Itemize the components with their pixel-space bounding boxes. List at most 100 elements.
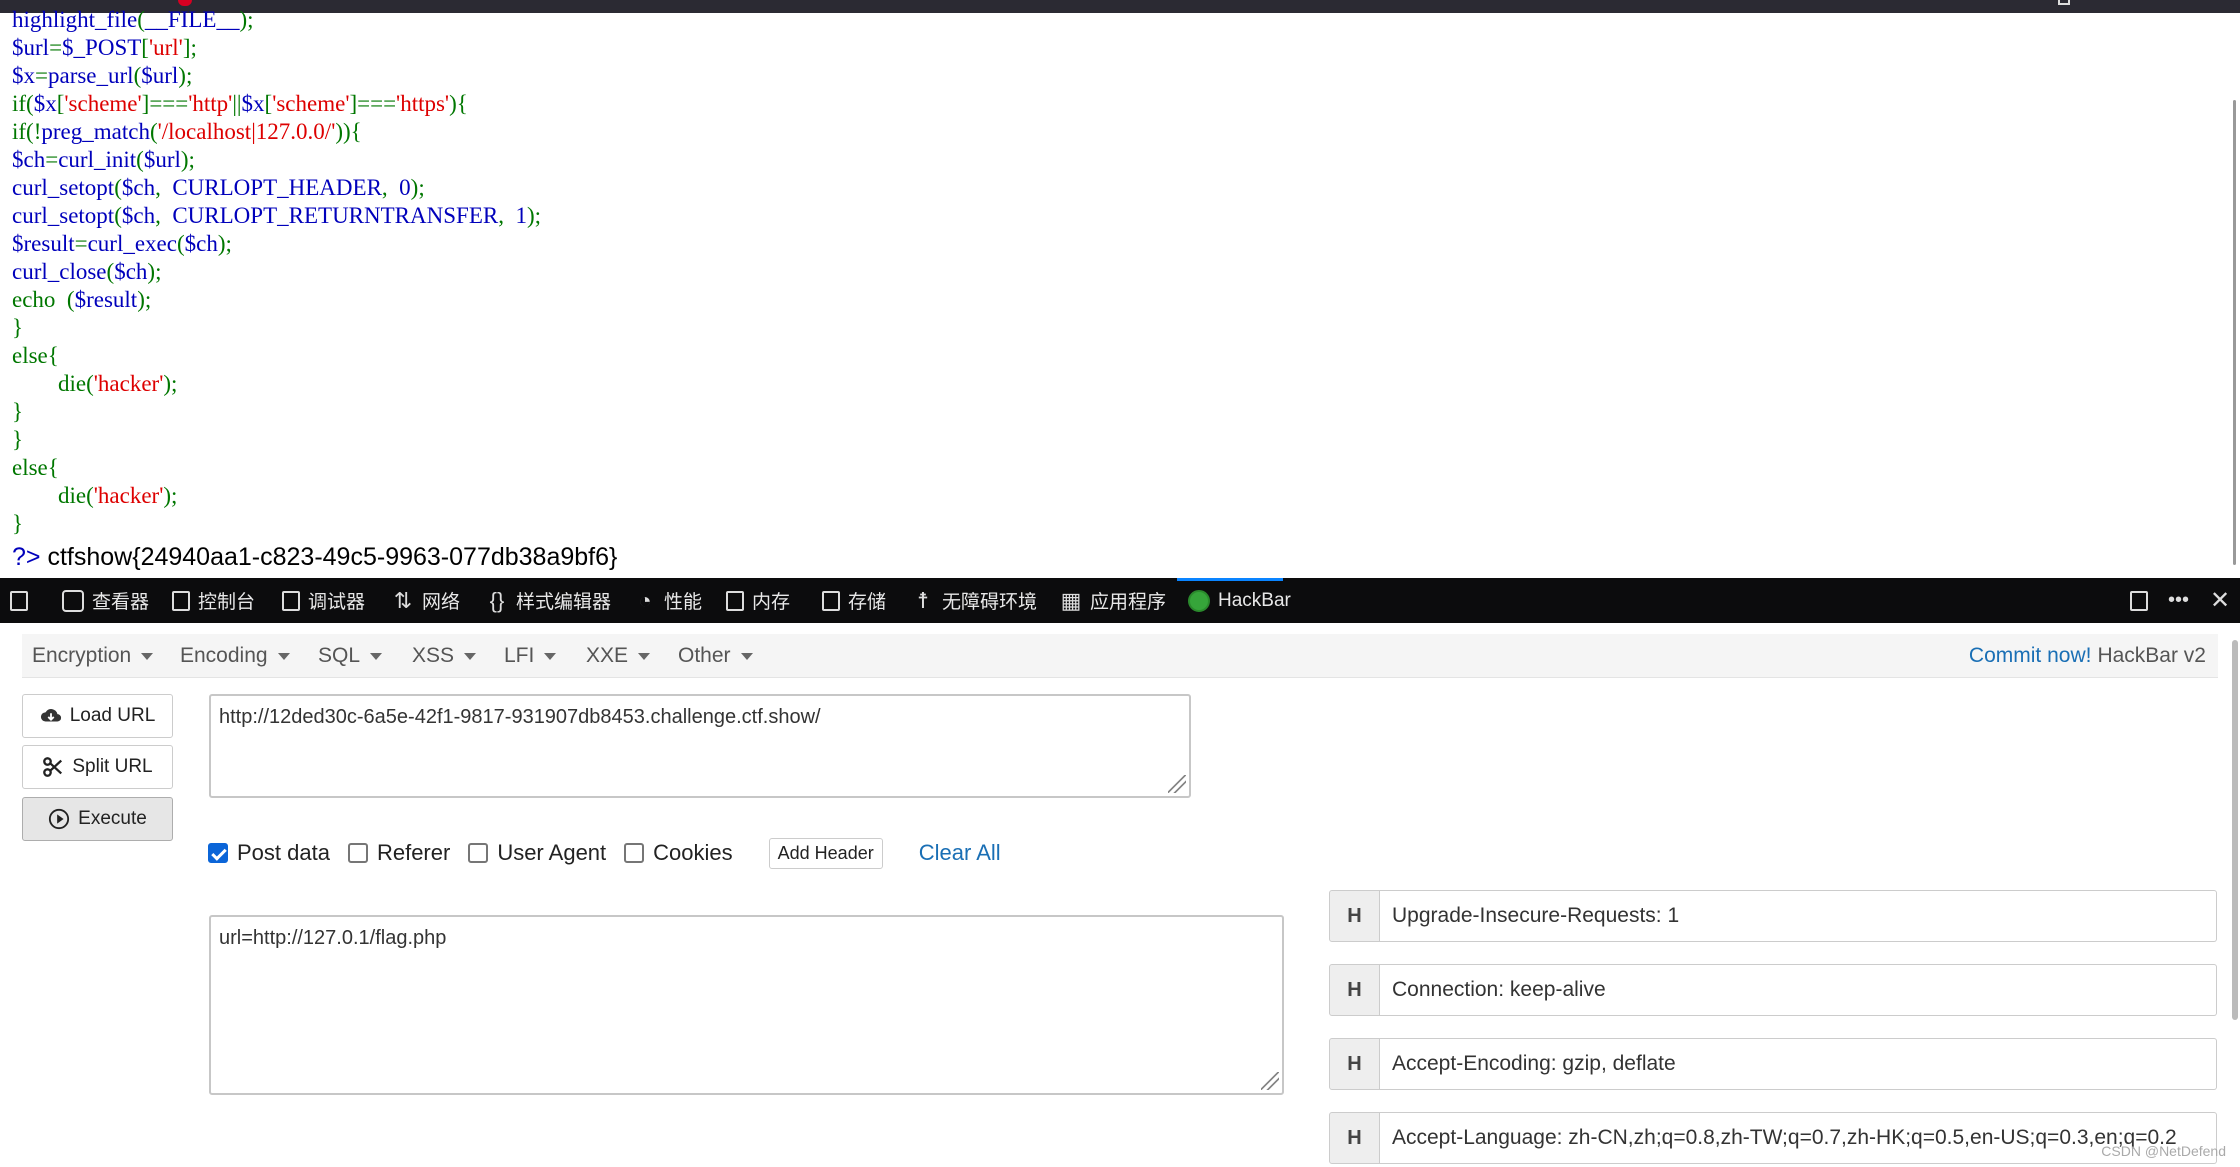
page-scrollbar[interactable]: [2230, 100, 2240, 570]
devtools-toolbar: 查看器 控制台 调试器 ⇅ 网络 {} 样式编辑器 ◔ 性能 内存 存储 ☨ 无障碍环境…: [0, 578, 2240, 623]
request-options: Post data Referer User Agent Cookies Add…: [208, 834, 1001, 872]
hackbar-logo-icon: [1188, 589, 1210, 612]
caret-down-icon: [277, 652, 290, 660]
code-line: }: [12, 315, 24, 340]
caret-down-icon: [638, 652, 651, 660]
tab-application[interactable]: ▦ 应用程序: [1060, 578, 1166, 623]
referer-checkbox[interactable]: Referer: [347, 840, 450, 866]
header-toggle-button[interactable]: H: [1329, 890, 1380, 942]
tab-performance[interactable]: ◔ 性能: [634, 578, 702, 623]
commit-area: Commit now! HackBar v2: [1969, 634, 2206, 678]
code-line: }: [12, 427, 24, 452]
clear-all-link[interactable]: Clear All: [919, 840, 1001, 866]
accessibility-icon: ☨: [917, 587, 929, 613]
hackbar-menu: Encryption Encoding SQL XSS LFI XXE Othe…: [22, 634, 2218, 678]
add-header-button[interactable]: Add Header: [768, 837, 883, 869]
menu-lfi[interactable]: LFI: [504, 634, 557, 678]
caret-down-icon: [740, 652, 753, 660]
menu-encryption[interactable]: Encryption: [32, 634, 154, 678]
checkbox-box[interactable]: [208, 843, 228, 863]
code-line: curl_setopt($ch, CURLOPT_HEADER, 0);: [12, 175, 425, 200]
code-line: die('hacker');: [12, 371, 178, 396]
storage-icon: [822, 590, 840, 611]
header-value-input[interactable]: Upgrade-Insecure-Requests: 1: [1380, 890, 2217, 942]
more-options-button[interactable]: •••: [2168, 578, 2189, 623]
caret-down-icon: [141, 652, 154, 660]
tab-storage[interactable]: 存储: [822, 578, 886, 623]
tab-inspector[interactable]: 查看器: [62, 578, 149, 623]
code-line: if(!preg_match('/localhost|127.0.0/')){: [12, 119, 362, 144]
panel-scrollbar[interactable]: [2232, 640, 2238, 1020]
code-line: $ch=curl_init($url);: [12, 147, 195, 172]
resize-grip-icon[interactable]: [1261, 1072, 1279, 1090]
tab-console[interactable]: 控制台: [172, 578, 255, 623]
dock-toggle-button[interactable]: [2130, 578, 2148, 623]
play-circle-icon: [49, 808, 70, 830]
menu-xss[interactable]: XSS: [412, 634, 477, 678]
cloud-download-icon: [40, 709, 61, 722]
code-line: if($x['scheme']==='http'||$x['scheme']==…: [12, 91, 468, 116]
pick-element-icon: [10, 590, 28, 611]
code-line: $x=parse_url($url);: [12, 63, 193, 88]
header-row: H Accept-Encoding: gzip, deflate: [1329, 1038, 2217, 1090]
flag-text: ctfshow{24940aa1-c823-49c5-9963-077db38a…: [40, 543, 618, 571]
header-toggle-button[interactable]: H: [1329, 964, 1380, 1016]
header-toggle-button[interactable]: H: [1329, 1112, 1380, 1164]
scissors-icon: [43, 757, 63, 777]
inspector-icon: [62, 589, 84, 612]
php-close-tag: ?>: [12, 543, 41, 571]
header-value-input[interactable]: Connection: keep-alive: [1380, 964, 2217, 1016]
tab-network[interactable]: ⇅ 网络: [392, 578, 460, 623]
tab-debugger[interactable]: 调试器: [282, 578, 365, 623]
checkbox-box[interactable]: [468, 843, 489, 863]
commit-link[interactable]: Commit now!: [1969, 644, 2092, 668]
header-row: H Connection: keep-alive: [1329, 964, 2217, 1016]
element-picker-button[interactable]: [10, 578, 28, 623]
url-textarea[interactable]: http://12ded30c-6a5e-42f1-9817-931907db8…: [209, 694, 1191, 798]
post-data-checkbox[interactable]: Post data: [208, 840, 330, 866]
code-line: }: [12, 511, 24, 536]
toolbar-glyph-icon: [2058, 0, 2070, 5]
menu-encoding[interactable]: Encoding: [180, 634, 290, 678]
code-line: echo ($result);: [12, 287, 152, 312]
tab-accessibility[interactable]: ☨ 无障碍环境: [912, 578, 1037, 623]
close-icon: ✕: [2210, 587, 2231, 614]
tab-memory[interactable]: 内存: [726, 578, 790, 623]
menu-sql[interactable]: SQL: [318, 634, 383, 678]
memory-chip-icon: [726, 590, 744, 611]
debugger-icon: [282, 590, 300, 611]
resize-grip-icon[interactable]: [1168, 775, 1186, 793]
code-line: $url=$_POST['url'];: [12, 35, 197, 60]
caret-down-icon: [370, 652, 383, 660]
execute-button[interactable]: Execute: [22, 797, 173, 841]
close-devtools-button[interactable]: ✕: [2210, 578, 2230, 623]
hackbar-version: HackBar v2: [2097, 644, 2206, 667]
flag-output-line: ?> ctfshow{24940aa1-c823-49c5-9963-077db…: [12, 540, 2222, 572]
menu-xxe[interactable]: XXE: [586, 634, 651, 678]
cookies-checkbox[interactable]: Cookies: [624, 840, 733, 866]
caret-down-icon: [464, 652, 477, 660]
code-line: $result=curl_exec($ch);: [12, 231, 232, 256]
header-toggle-button[interactable]: H: [1329, 1038, 1380, 1090]
dock-icon: [2130, 590, 2148, 611]
caret-down-icon: [544, 652, 557, 660]
header-row: H Upgrade-Insecure-Requests: 1: [1329, 890, 2217, 942]
tab-style-editor[interactable]: {} 样式编辑器: [486, 578, 611, 623]
load-url-button[interactable]: Load URL: [22, 694, 173, 738]
code-line: }: [12, 399, 24, 424]
checkbox-box[interactable]: [347, 843, 368, 863]
code-line: else{: [12, 343, 59, 368]
header-value-input[interactable]: Accept-Language: zh-CN,zh;q=0.8,zh-TW;q=…: [1380, 1112, 2217, 1164]
code-line: highlight_file(__FILE__);: [12, 7, 254, 32]
tab-hackbar[interactable]: HackBar: [1188, 578, 1291, 623]
gauge-icon: ◔: [638, 587, 652, 613]
checkbox-box[interactable]: [624, 843, 645, 863]
code-line: curl_close($ch);: [12, 259, 162, 284]
console-icon: [172, 590, 190, 611]
user-agent-checkbox[interactable]: User Agent: [468, 840, 606, 866]
split-url-button[interactable]: Split URL: [22, 745, 173, 789]
header-value-input[interactable]: Accept-Encoding: gzip, deflate: [1380, 1038, 2217, 1090]
post-data-textarea[interactable]: url=http://127.0.1/flag.php: [209, 915, 1284, 1095]
menu-other[interactable]: Other: [678, 634, 753, 678]
code-line: die('hacker');: [12, 483, 178, 508]
